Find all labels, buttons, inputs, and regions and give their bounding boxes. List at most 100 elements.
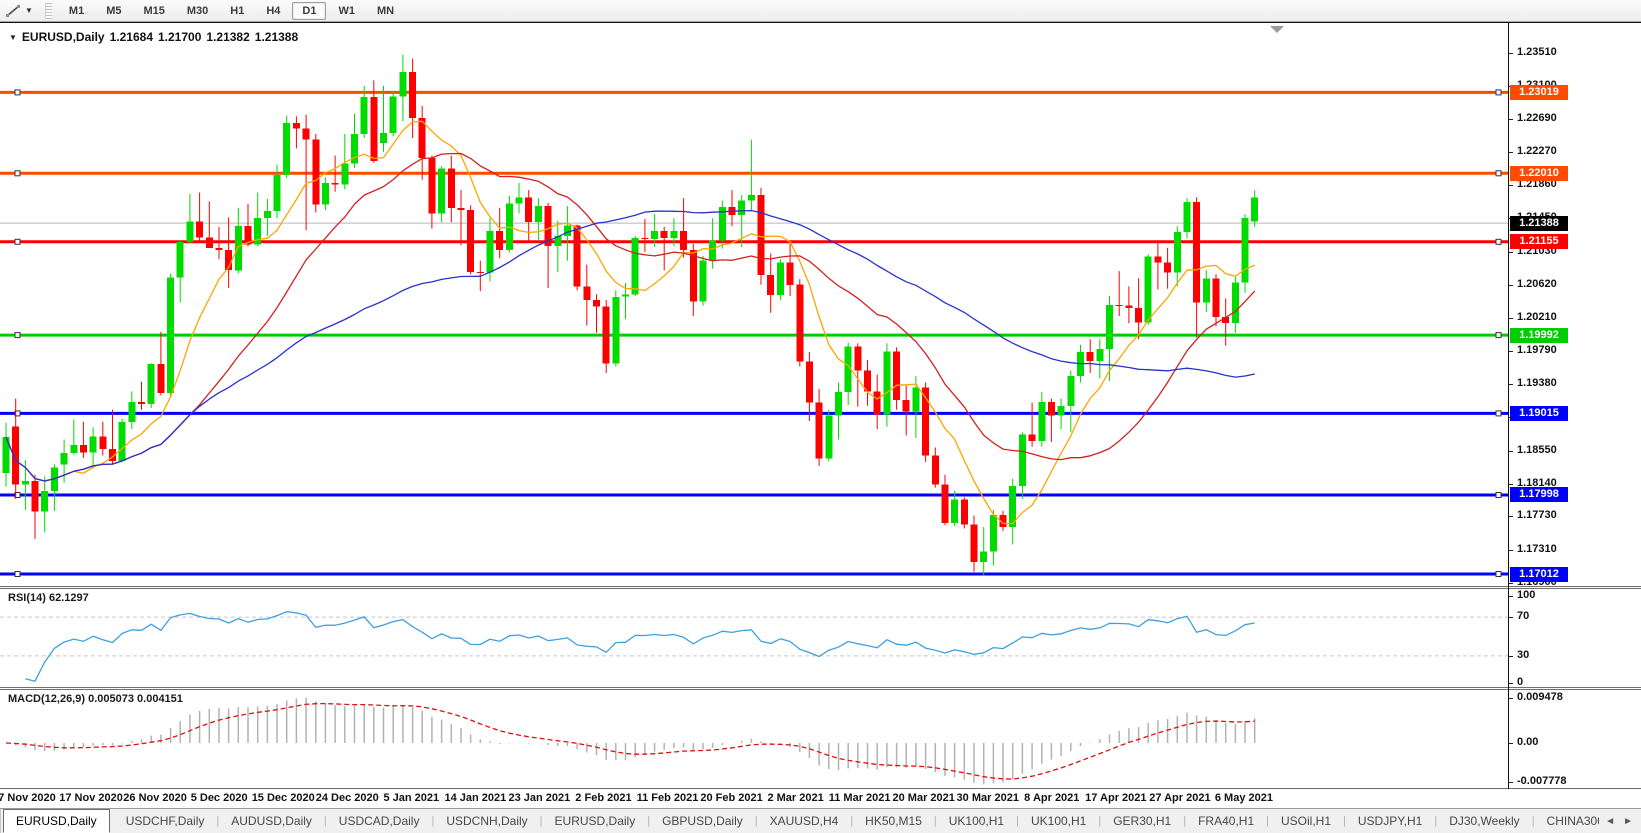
price-level-badge: 1.22010 bbox=[1510, 166, 1568, 181]
candle-body bbox=[61, 453, 68, 464]
timeframe-button-M1[interactable]: M1 bbox=[59, 2, 94, 20]
price-tick-label: 1.17730 bbox=[1517, 509, 1557, 521]
tab-eurusd-daily[interactable]: EURUSD,Daily bbox=[543, 809, 648, 833]
candle-body bbox=[980, 552, 987, 562]
timeframe-button-MN[interactable]: MN bbox=[367, 2, 404, 20]
axis-tick-mark bbox=[1509, 596, 1513, 597]
timeframe-button-M15[interactable]: M15 bbox=[133, 2, 174, 20]
candle-body bbox=[516, 197, 523, 203]
rsi-panel-canvas[interactable] bbox=[0, 589, 1508, 687]
candle-body bbox=[399, 72, 406, 96]
caret-down-icon[interactable]: ▼ bbox=[25, 6, 33, 15]
toolbar-grip[interactable] bbox=[45, 3, 52, 19]
candle-body bbox=[1029, 435, 1036, 441]
tab-scroll-left-icon[interactable]: ◄ bbox=[1605, 816, 1615, 827]
candle-body bbox=[1116, 305, 1123, 306]
axis-tick-mark bbox=[1509, 583, 1513, 584]
macd-label: MACD(12,26,9) 0.005073 0.004151 bbox=[8, 693, 183, 705]
candle-body bbox=[167, 278, 174, 394]
chart-shift-marker-icon[interactable] bbox=[1270, 26, 1284, 33]
level-handle bbox=[1496, 493, 1501, 498]
date-tick-label: 15 Dec 2020 bbox=[252, 792, 315, 804]
date-tick-label: 11 Mar 2021 bbox=[829, 792, 891, 804]
candle-body bbox=[41, 491, 48, 512]
candle-body bbox=[293, 123, 300, 129]
macd-values: 0.005073 0.004151 bbox=[88, 693, 183, 705]
level-handle bbox=[1496, 572, 1501, 577]
price-chart-canvas[interactable] bbox=[0, 23, 1508, 586]
tab-uk100-h1[interactable]: UK100,H1 bbox=[937, 809, 1016, 833]
tab-usdjpy-h1[interactable]: USDJPY,H1 bbox=[1346, 809, 1434, 833]
candle-body bbox=[467, 210, 474, 272]
timeframe-button-H4[interactable]: H4 bbox=[256, 2, 290, 20]
candle-body bbox=[341, 164, 348, 185]
candle-body bbox=[854, 347, 861, 371]
candle-body bbox=[177, 242, 184, 277]
date-tick-label: 26 Nov 2020 bbox=[123, 792, 187, 804]
tab-fra40-h1[interactable]: FRA40,H1 bbox=[1186, 809, 1266, 833]
tab-usdchf-daily[interactable]: USDCHF,Daily bbox=[114, 809, 217, 833]
timeframe-button-H1[interactable]: H1 bbox=[220, 2, 254, 20]
timeframe-button-M5[interactable]: M5 bbox=[96, 2, 131, 20]
price-level-badge: 1.23019 bbox=[1510, 85, 1568, 100]
price-tick-label: 1.22270 bbox=[1517, 145, 1557, 157]
tab-uk100-h1[interactable]: UK100,H1 bbox=[1019, 809, 1098, 833]
tab-scroll-right-icon[interactable]: ► bbox=[1623, 816, 1633, 827]
candle-body bbox=[971, 525, 978, 563]
axis-tick-mark bbox=[1509, 743, 1513, 744]
timeframe-button-W1[interactable]: W1 bbox=[328, 2, 365, 20]
axis-tick-mark bbox=[1509, 185, 1513, 186]
price-level-badge: 1.17998 bbox=[1510, 487, 1568, 502]
toolbar: ▼ M1M5M15M30H1H4D1W1MN bbox=[0, 0, 1641, 22]
date-tick-label: 8 Apr 2021 bbox=[1024, 792, 1079, 804]
symbol-dropdown-icon[interactable]: ▼ bbox=[9, 33, 17, 42]
candle-body bbox=[380, 133, 387, 143]
date-tick-label: 20 Mar 2021 bbox=[892, 792, 954, 804]
date-tick-label: 2 Mar 2021 bbox=[767, 792, 823, 804]
price-axis[interactable]: 1.235101.231001.226901.222701.218601.214… bbox=[1508, 0, 1641, 833]
candle-body bbox=[448, 169, 455, 208]
candle-body bbox=[458, 208, 465, 210]
date-tick-label: 20 Feb 2021 bbox=[700, 792, 762, 804]
price-tick-label: 1.18550 bbox=[1517, 444, 1557, 456]
timeframe-buttons: M1M5M15M30H1H4D1W1MN bbox=[58, 2, 405, 20]
candle-body bbox=[274, 175, 281, 211]
tab-ger30-h1[interactable]: GER30,H1 bbox=[1101, 809, 1183, 833]
tabbar-grip bbox=[0, 809, 1, 833]
tab-audusd-daily[interactable]: AUDUSD,Daily bbox=[219, 809, 324, 833]
candle-body bbox=[1096, 349, 1103, 361]
date-axis[interactable]: 7 Nov 202017 Nov 202026 Nov 20205 Dec 20… bbox=[0, 790, 1641, 808]
candle-body bbox=[1164, 262, 1171, 272]
tab-usdcad-daily[interactable]: USDCAD,Daily bbox=[327, 809, 432, 833]
rsi-label: RSI(14) 62.1297 bbox=[8, 592, 89, 604]
axis-tick-mark bbox=[1509, 683, 1513, 684]
level-handle bbox=[1496, 90, 1501, 95]
candle-body bbox=[1067, 376, 1074, 406]
candle-body bbox=[80, 445, 87, 452]
tab-eurusd-daily[interactable]: EURUSD,Daily bbox=[3, 809, 110, 833]
trendline-tool-button[interactable]: ▼ bbox=[0, 0, 37, 21]
date-tick-label: 23 Jan 2021 bbox=[509, 792, 571, 804]
date-tick-label: 6 May 2021 bbox=[1215, 792, 1273, 804]
candle-body bbox=[690, 250, 697, 301]
tab-usoil-h1[interactable]: USOil,H1 bbox=[1269, 809, 1343, 833]
candle-body bbox=[564, 225, 571, 235]
tab-gbpusd-daily[interactable]: GBPUSD,Daily bbox=[650, 809, 755, 833]
timeframe-button-M30[interactable]: M30 bbox=[177, 2, 218, 20]
level-handle bbox=[15, 333, 20, 338]
tab-xauusd-h4[interactable]: XAUUSD,H4 bbox=[758, 809, 851, 833]
tab-hk50-m15[interactable]: HK50,M15 bbox=[853, 809, 934, 833]
candle-body bbox=[1213, 278, 1220, 317]
timeframe-button-D1[interactable]: D1 bbox=[292, 2, 326, 20]
macd-panel-canvas[interactable] bbox=[0, 690, 1508, 788]
macd-tick-label: 0.00 bbox=[1517, 736, 1538, 748]
candle-body bbox=[438, 169, 445, 214]
price-level-badge: 1.19015 bbox=[1510, 406, 1568, 421]
candle-body bbox=[128, 402, 135, 422]
tab-usdcnh-daily[interactable]: USDCNH,Daily bbox=[434, 809, 539, 833]
candle-body bbox=[1058, 406, 1065, 416]
macd-tick-label: 0.009478 bbox=[1517, 691, 1563, 703]
moving-average-line bbox=[6, 154, 1255, 482]
candle-body bbox=[1048, 402, 1055, 416]
date-tick-label: 5 Jan 2021 bbox=[383, 792, 439, 804]
